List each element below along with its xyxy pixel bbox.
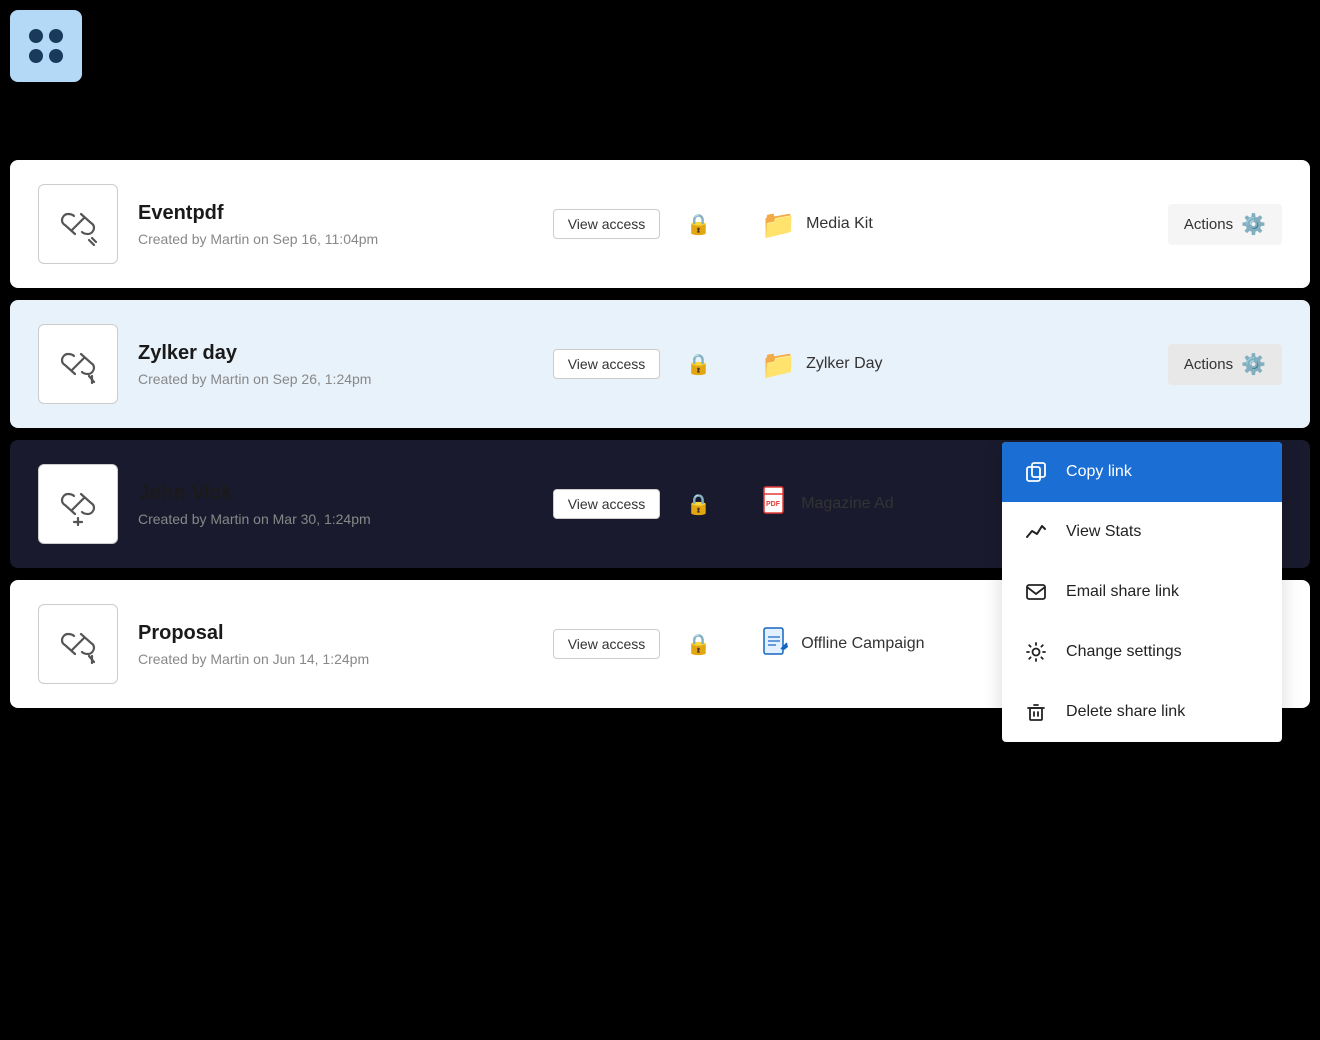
folder-icon-zylkerday: 📁 — [761, 348, 796, 381]
share-row-zylkerday: Zylker day Created by Martin on Sep 26, … — [10, 300, 1310, 428]
folder-name-proposal: Offline Campaign — [801, 635, 924, 653]
view-stats-icon — [1022, 518, 1050, 546]
folder-icon-eventpdf: 📁 — [761, 208, 796, 241]
svg-text:PDF: PDF — [766, 501, 781, 508]
view-access-btn-proposal[interactable]: View access — [553, 629, 661, 659]
dropdown-item-delete-link[interactable]: Delete share link — [1002, 682, 1282, 742]
share-meta-proposal: Created by Martin on Jun 14, 1:24pm — [138, 651, 525, 667]
view-access-btn-eventpdf[interactable]: View access — [553, 209, 661, 239]
share-name-eventpdf: Eventpdf — [138, 202, 525, 225]
share-info-eventpdf: Eventpdf Created by Martin on Sep 16, 11… — [138, 202, 525, 247]
dropdown-item-email-share[interactable]: Email share link — [1002, 562, 1282, 622]
share-meta-eventpdf: Created by Martin on Sep 16, 11:04pm — [138, 231, 525, 247]
folder-name-zylkerday: Zylker Day — [806, 355, 882, 373]
actions-label-zylkerday: Actions — [1184, 356, 1233, 373]
lock-icon-zylkerday: 🔒 — [686, 352, 711, 377]
actions-btn-zylkerday[interactable]: Actions ⚙️ — [1168, 344, 1282, 385]
share-row-eventpdf: Eventpdf Created by Martin on Sep 16, 11… — [10, 160, 1310, 288]
app-logo — [10, 10, 82, 82]
dropdown-item-change-settings[interactable]: Change settings — [1002, 622, 1282, 682]
folder-name-johnvick: Magazine Ad — [801, 495, 894, 513]
email-share-icon — [1022, 578, 1050, 606]
share-name-zylkerday: Zylker day — [138, 342, 525, 365]
actions-label-eventpdf: Actions — [1184, 216, 1233, 233]
link-icon-proposal — [38, 604, 118, 684]
view-access-btn-johnvick[interactable]: View access — [553, 489, 661, 519]
logo-dot-2 — [49, 29, 63, 43]
share-name-proposal: Proposal — [138, 622, 525, 645]
change-settings-icon — [1022, 638, 1050, 666]
lock-icon-johnvick: 🔒 — [686, 492, 711, 517]
copy-link-icon — [1022, 458, 1050, 486]
link-icon-johnvick — [38, 464, 118, 544]
actions-btn-eventpdf[interactable]: Actions ⚙️ — [1168, 204, 1282, 245]
dropdown-item-copy-link[interactable]: Copy link — [1002, 442, 1282, 502]
delete-link-label: Delete share link — [1066, 703, 1185, 721]
gear-icon-zylkerday: ⚙️ — [1241, 352, 1266, 377]
logo-dot-4 — [49, 49, 63, 63]
share-info-proposal: Proposal Created by Martin on Jun 14, 1:… — [138, 622, 525, 667]
folder-name-eventpdf: Media Kit — [806, 215, 873, 233]
view-stats-label: View Stats — [1066, 523, 1141, 541]
pdf-icon-johnvick: PDF — [761, 486, 791, 523]
lock-icon-eventpdf: 🔒 — [686, 212, 711, 237]
folder-section-zylkerday: 📁 Zylker Day — [761, 348, 1148, 381]
logo-dot-1 — [29, 29, 43, 43]
folder-section-eventpdf: 📁 Media Kit — [761, 208, 1148, 241]
share-meta-zylkerday: Created by Martin on Sep 26, 1:24pm — [138, 371, 525, 387]
delete-link-icon — [1022, 698, 1050, 726]
link-icon-eventpdf — [38, 184, 118, 264]
actions-dropdown: Copy link View Stats — [1002, 442, 1282, 742]
share-name-johnvick: John Vick — [138, 482, 525, 505]
actions-section-zylkerday: Actions ⚙️ Copy link — [1168, 344, 1282, 385]
logo-dots — [21, 21, 71, 71]
share-info-johnvick: John Vick Created by Martin on Mar 30, 1… — [138, 482, 525, 527]
view-access-btn-zylkerday[interactable]: View access — [553, 349, 661, 379]
share-info-zylkerday: Zylker day Created by Martin on Sep 26, … — [138, 342, 525, 387]
content-area: Eventpdf Created by Martin on Sep 16, 11… — [10, 160, 1310, 708]
logo-dot-3 — [29, 49, 43, 63]
actions-section-eventpdf: Actions ⚙️ — [1168, 204, 1282, 245]
share-meta-johnvick: Created by Martin on Mar 30, 1:24pm — [138, 511, 525, 527]
dropdown-item-view-stats[interactable]: View Stats — [1002, 502, 1282, 562]
link-icon-zylkerday — [38, 324, 118, 404]
email-share-label: Email share link — [1066, 583, 1179, 601]
change-settings-label: Change settings — [1066, 643, 1182, 661]
lock-icon-proposal: 🔒 — [686, 632, 711, 657]
doc-icon-proposal — [761, 627, 791, 662]
copy-link-label: Copy link — [1066, 463, 1132, 481]
gear-icon-eventpdf: ⚙️ — [1241, 212, 1266, 237]
